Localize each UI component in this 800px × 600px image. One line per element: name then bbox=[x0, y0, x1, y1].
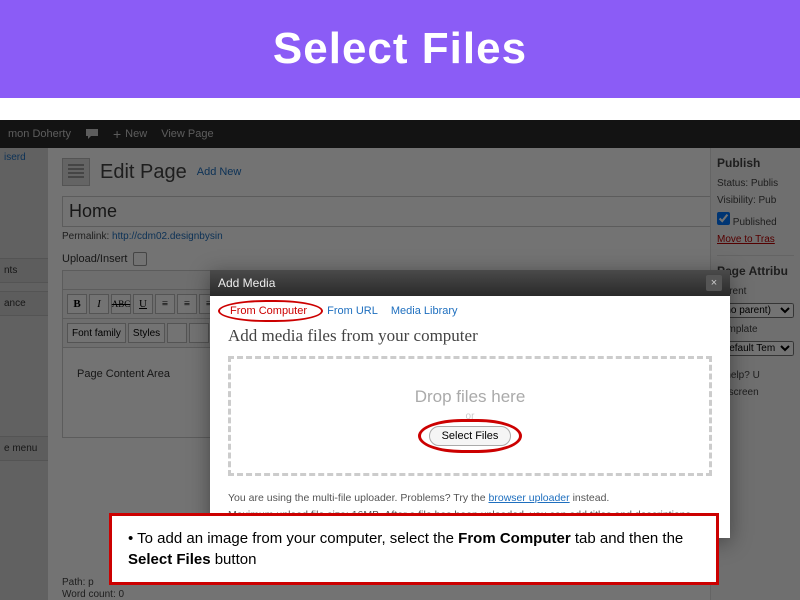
modal-tabs: From Computer From URL Media Library bbox=[210, 296, 730, 322]
close-icon[interactable]: × bbox=[706, 275, 722, 291]
drop-zone[interactable]: Drop files here or Select Files bbox=[228, 356, 712, 476]
drop-or: or bbox=[466, 411, 475, 422]
bold-from-computer: From Computer bbox=[458, 530, 571, 547]
modal-header: Add Media × bbox=[210, 270, 730, 296]
screenshot-area: mon Doherty + New View Page iserd nts an… bbox=[0, 120, 800, 600]
select-files-button[interactable]: Select Files bbox=[429, 426, 512, 446]
slide-banner: Select Files bbox=[0, 0, 800, 98]
drop-text: Drop files here bbox=[415, 387, 526, 407]
modal-body: Add media files from your computer Drop … bbox=[210, 322, 730, 490]
add-media-modal: Add Media × From Computer From URL Media… bbox=[210, 270, 730, 538]
browser-uploader-link[interactable]: browser uploader bbox=[489, 492, 570, 504]
modal-heading: Add media files from your computer bbox=[228, 326, 712, 346]
instruction-callout: • To add an image from your computer, se… bbox=[109, 513, 719, 585]
banner-title: Select Files bbox=[273, 24, 527, 73]
tab-from-computer[interactable]: From Computer bbox=[227, 304, 310, 318]
tab-media-library[interactable]: Media Library bbox=[388, 304, 461, 318]
modal-title: Add Media bbox=[218, 276, 275, 290]
tab-from-computer-wrap: From Computer bbox=[224, 304, 317, 318]
select-files-wrap: Select Files bbox=[429, 426, 512, 446]
uploader-note: You are using the multi-file uploader. P… bbox=[228, 490, 712, 507]
bold-select-files: Select Files bbox=[128, 551, 211, 568]
tab-from-url[interactable]: From URL bbox=[324, 304, 381, 318]
